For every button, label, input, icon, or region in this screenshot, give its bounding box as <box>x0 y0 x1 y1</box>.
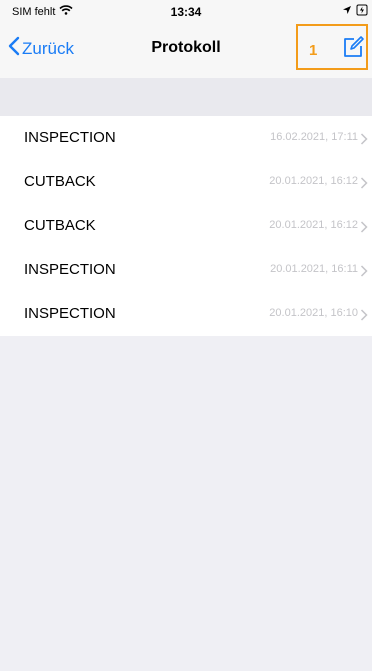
compose-button[interactable] <box>341 35 365 59</box>
list-item-label: CUTBACK <box>24 217 96 234</box>
status-right <box>342 4 368 19</box>
list-item-date: 20.01.2021, 16:10 <box>269 307 358 319</box>
annotation-number: 1 <box>309 42 318 59</box>
list-item-date: 16.02.2021, 17:11 <box>270 131 358 143</box>
chevron-right-icon <box>360 220 368 233</box>
protocol-list: INSPECTION 16.02.2021, 17:11 CUTBACK 20.… <box>0 116 372 336</box>
status-time: 13:34 <box>170 5 202 19</box>
section-header-spacer <box>0 78 372 116</box>
list-item-date: 20.01.2021, 16:12 <box>269 175 358 187</box>
screen: SIM fehlt 13:34 Zurück Protokoll 1 INSPE… <box>0 0 372 671</box>
status-bar: SIM fehlt 13:34 <box>0 0 372 22</box>
list-item-label: INSPECTION <box>24 261 116 278</box>
chevron-right-icon <box>360 308 368 321</box>
compose-icon <box>341 36 365 63</box>
chevron-right-icon <box>360 176 368 189</box>
list-item[interactable]: INSPECTION 20.01.2021, 16:10 <box>0 292 372 336</box>
list-item-label: INSPECTION <box>24 129 116 146</box>
list-item-date: 20.01.2021, 16:12 <box>269 219 358 231</box>
list-item-label: CUTBACK <box>24 173 96 190</box>
list-item[interactable]: CUTBACK 20.01.2021, 16:12 <box>0 204 372 248</box>
list-item[interactable]: INSPECTION 20.01.2021, 16:11 <box>0 248 372 292</box>
navigation-bar: Zurück Protokoll 1 <box>0 22 372 78</box>
battery-icon <box>356 4 368 19</box>
list-item[interactable]: CUTBACK 20.01.2021, 16:12 <box>0 160 372 204</box>
chevron-right-icon <box>360 264 368 277</box>
list-item-date: 20.01.2021, 16:11 <box>270 263 358 275</box>
list-item[interactable]: INSPECTION 16.02.2021, 17:11 <box>0 116 372 160</box>
list-item-label: INSPECTION <box>24 305 116 322</box>
chevron-right-icon <box>360 132 368 145</box>
location-arrow-icon <box>342 5 352 18</box>
